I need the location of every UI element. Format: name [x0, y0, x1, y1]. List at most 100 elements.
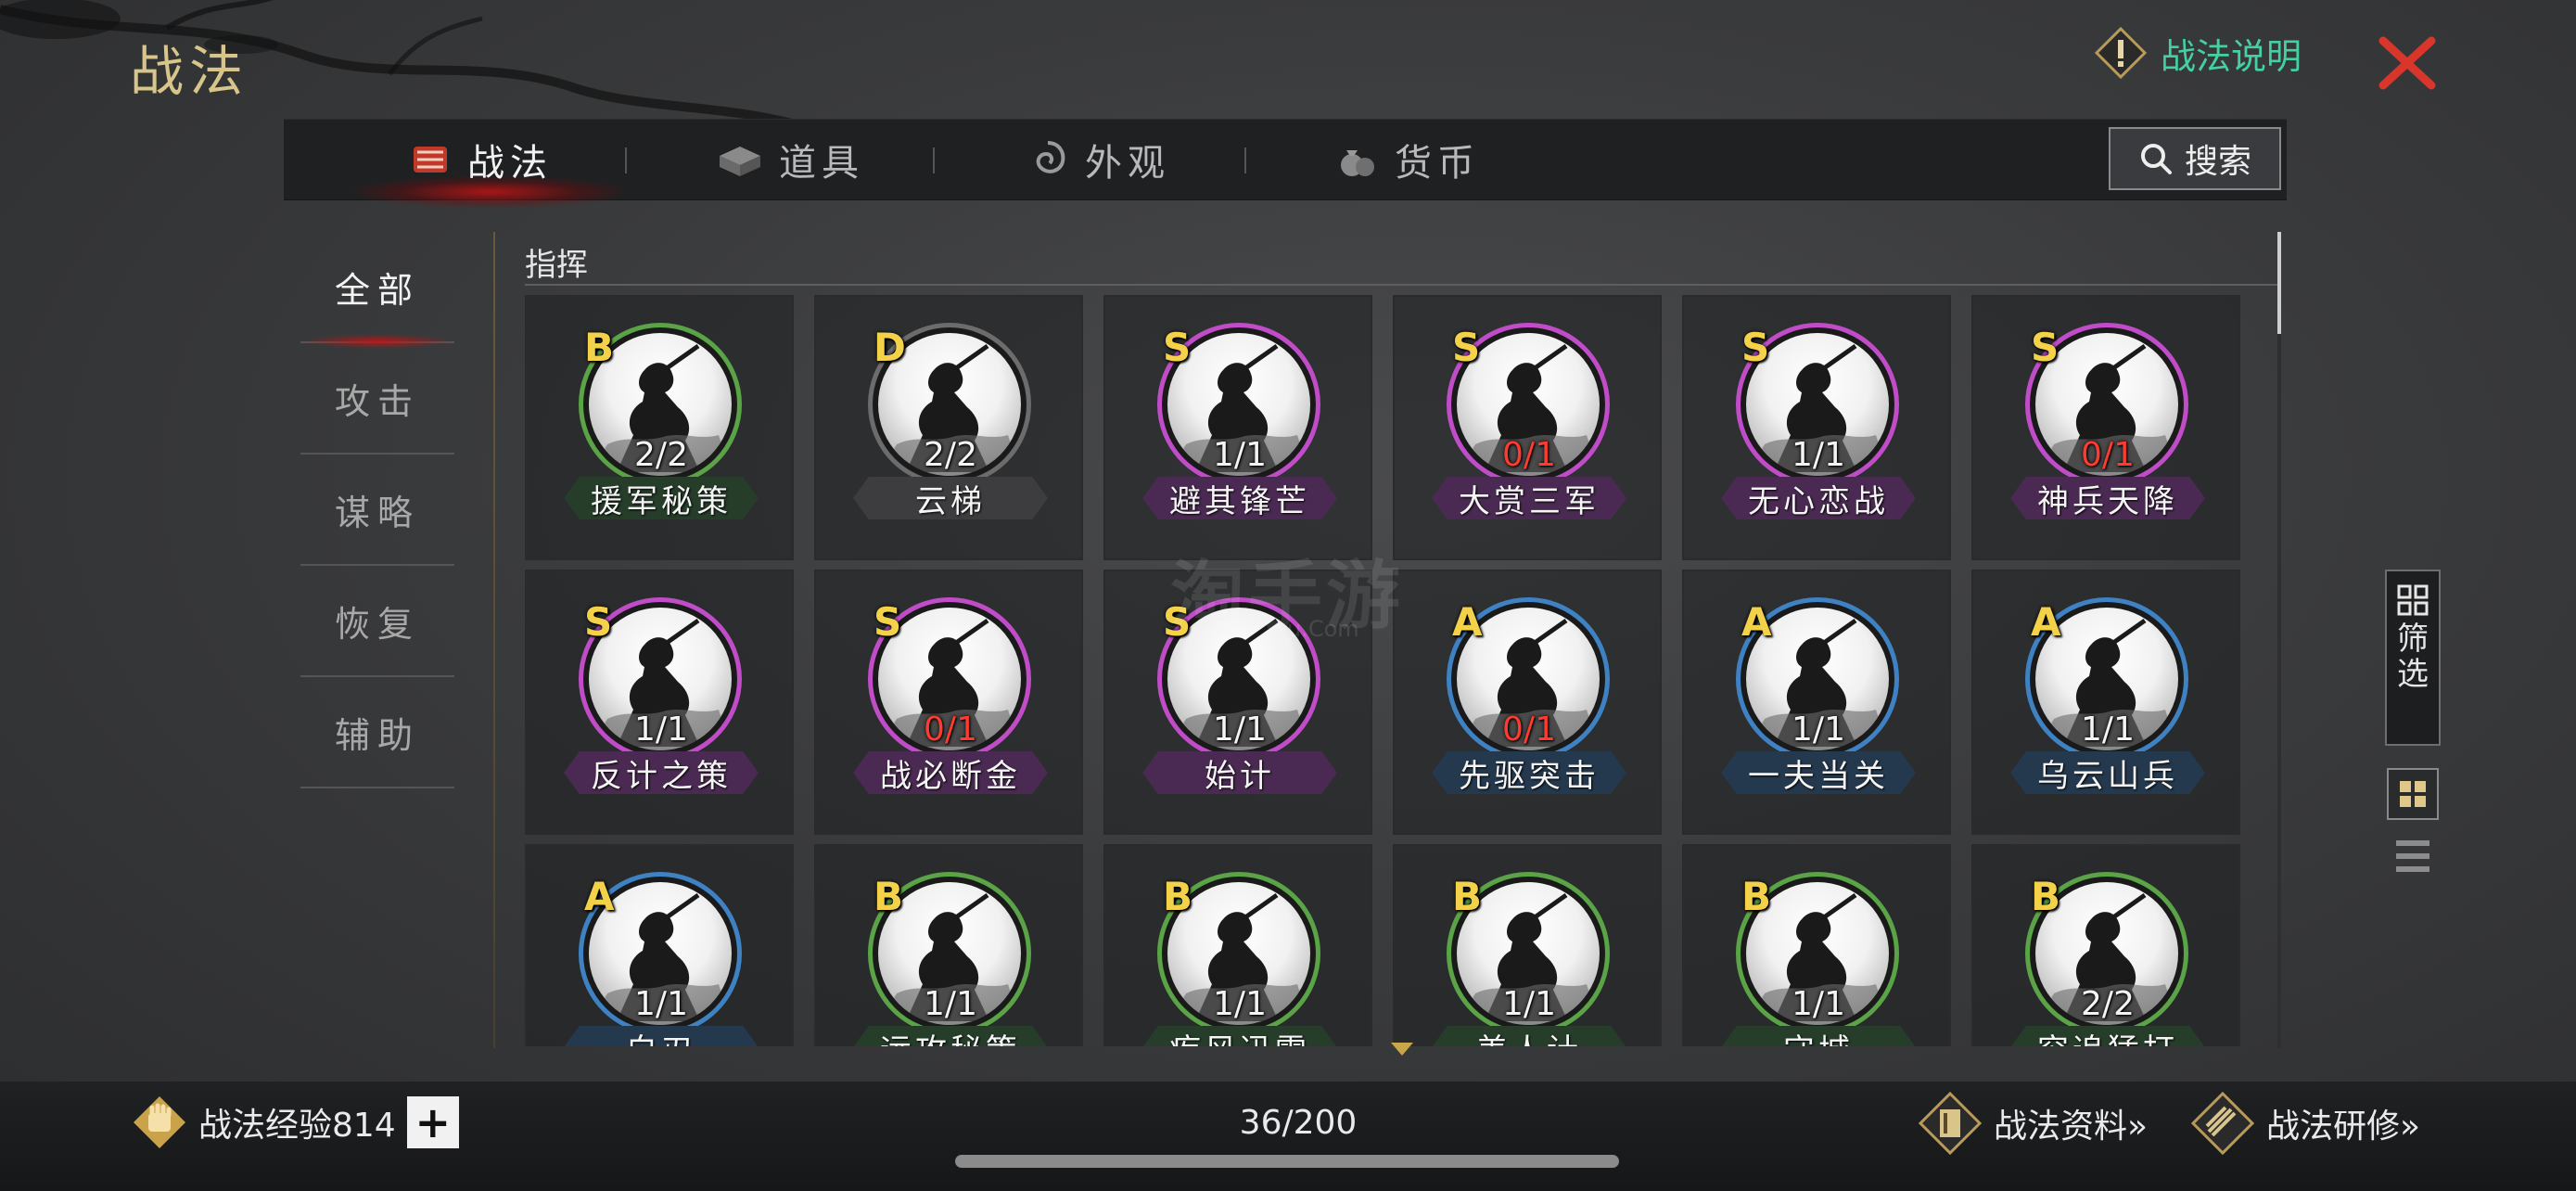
tactic-research-link[interactable]: 战法研修»: [2190, 1091, 2420, 1156]
tactic-name: 始计: [1142, 751, 1337, 794]
tactic-card[interactable]: A 0/1 先驱突击: [1393, 570, 1662, 835]
tactic-name: 美人计: [1432, 1026, 1626, 1046]
tactic-card[interactable]: B 2/2 援军秘策: [525, 295, 794, 560]
sidebar-item-label: 攻击: [334, 380, 420, 422]
tactic-card[interactable]: S 0/1 神兵天降: [1971, 295, 2240, 560]
tab-currency[interactable]: 货币: [1335, 120, 1480, 199]
tactic-count: 1/1: [1213, 711, 1267, 749]
tactic-count: 2/2: [924, 436, 977, 474]
tactic-name: 先驱突击: [1432, 751, 1626, 794]
sidebar-item-all[interactable]: 全部: [300, 232, 454, 349]
tactic-count: 1/1: [1792, 436, 1845, 474]
tactic-card[interactable]: S 0/1 战必断金: [814, 570, 1083, 835]
tactic-name: 穷追猛打: [2010, 1026, 2205, 1046]
close-button[interactable]: [2374, 30, 2441, 96]
tactic-exp: 战法经验814 +: [132, 1095, 459, 1150]
filter-button[interactable]: 筛选: [2385, 570, 2441, 746]
scrollbar-track[interactable]: [2277, 232, 2281, 1048]
tab-separator: [625, 147, 627, 173]
tactic-card[interactable]: B 1/1 美人计: [1393, 844, 1662, 1046]
sidebar-item-support[interactable]: 辅助: [300, 677, 454, 788]
tactic-card[interactable]: B 1/1 守城: [1682, 844, 1951, 1046]
tactic-count: 1/1: [634, 711, 688, 749]
sidebar-item-recovery[interactable]: 恢复: [300, 566, 454, 677]
tactic-card[interactable]: S 1/1 反计之策: [525, 570, 794, 835]
add-exp-button[interactable]: +: [406, 1096, 459, 1148]
appearance-swirl-icon: [1036, 141, 1065, 173]
search-button[interactable]: 搜索: [2109, 127, 2281, 190]
tactic-grade: A: [584, 874, 615, 919]
sidebar-item-attack[interactable]: 攻击: [300, 343, 454, 455]
tactic-count: 1/1: [1213, 985, 1267, 1023]
search-label: 搜索: [2184, 143, 2251, 181]
tactic-card[interactable]: A 1/1 一夫当关: [1682, 570, 1951, 835]
category-tab-bar: 战法 道具 外观 货币 搜索: [284, 119, 2287, 209]
tactic-name: 远攻秘策: [853, 1026, 1048, 1046]
tactic-count: 0/1: [1502, 711, 1556, 749]
scroll-diamond-icon: [2190, 1091, 2255, 1156]
tactic-name: 云梯: [853, 477, 1048, 519]
tactic-grade: S: [584, 599, 613, 645]
tab-separator: [1244, 147, 1246, 173]
tactic-name: 援军秘策: [564, 477, 759, 519]
exclamation-diamond-icon: [2094, 26, 2148, 80]
tactic-research-label: 战法研修»: [2266, 1108, 2421, 1146]
scrollbar-thumb[interactable]: [2277, 232, 2281, 334]
tactic-help-button[interactable]: 战法说明: [2094, 26, 2302, 80]
tactic-card[interactable]: S 1/1 避其锋芒: [1103, 295, 1372, 560]
filter-grid-icon: [2397, 584, 2429, 616]
tactic-info-link[interactable]: 战法资料»: [1918, 1091, 2148, 1156]
tab-separator: [933, 147, 935, 173]
sidebar-item-label: 谋略: [334, 492, 420, 533]
tactic-grade: S: [1741, 325, 1770, 370]
tactic-count: 2/2: [634, 436, 688, 474]
tab-tactics[interactable]: 战法: [408, 120, 553, 199]
tactic-capacity: 36/200: [1239, 1104, 1358, 1142]
tactic-card[interactable]: D 2/2 云梯: [814, 295, 1083, 560]
tactic-count: 0/1: [924, 711, 977, 749]
scroll-down-indicator-icon: [1391, 1043, 1413, 1056]
tactic-grade: B: [2031, 874, 2061, 919]
tab-label: 战法: [467, 142, 553, 185]
section-divider: [525, 284, 2277, 286]
tactic-grade: S: [2031, 325, 2060, 370]
tab-items[interactable]: 道具: [716, 120, 864, 199]
tactic-card[interactable]: A 1/1 白刃: [525, 844, 794, 1046]
tactic-card[interactable]: B 1/1 远攻秘策: [814, 844, 1083, 1046]
tactic-count: 0/1: [2081, 436, 2135, 474]
search-icon: [2140, 144, 2172, 174]
tactic-card[interactable]: S 1/1 无心恋战: [1682, 295, 1951, 560]
grid-view-toggle[interactable]: [2387, 768, 2439, 820]
list-view-toggle[interactable]: [2392, 835, 2433, 877]
tactic-count: 1/1: [924, 985, 977, 1023]
item-box-icon: [720, 147, 760, 176]
tactic-name: 守城: [1721, 1026, 1916, 1046]
tactic-grade: A: [1741, 599, 1772, 645]
tactic-grade: S: [874, 599, 902, 645]
tactic-grade: B: [1452, 874, 1483, 919]
tactic-card[interactable]: A 1/1 乌云山兵: [1971, 570, 2240, 835]
sidebar-item-strategy[interactable]: 谋略: [300, 455, 454, 566]
list-view-icon: [2396, 840, 2429, 872]
tactic-name: 一夫当关: [1721, 751, 1916, 794]
tactic-info-label: 战法资料»: [1994, 1108, 2149, 1146]
section-label: 指挥: [525, 247, 588, 284]
fist-badge-icon: [134, 1096, 185, 1148]
tactic-card[interactable]: B 2/2 穷追猛打: [1971, 844, 2240, 1046]
home-indicator[interactable]: [955, 1155, 1619, 1168]
tactic-card[interactable]: S 0/1 大赏三军: [1393, 295, 1662, 560]
tactic-count: 0/1: [1502, 436, 1556, 474]
tactic-grade: A: [1452, 599, 1483, 645]
tactic-count: 1/1: [1502, 985, 1556, 1023]
tactic-count: 1/1: [1792, 711, 1845, 749]
page-title: 战法: [130, 40, 249, 103]
tactic-count: 1/1: [1792, 985, 1845, 1023]
tactic-name: 乌云山兵: [2010, 751, 2205, 794]
tactic-card[interactable]: B 1/1 疾风迅雷: [1103, 844, 1372, 1046]
tab-appearance[interactable]: 外观: [1026, 120, 1170, 199]
tactic-count: 1/1: [1213, 436, 1267, 474]
tactic-grade: D: [874, 325, 906, 370]
sidebar-item-label: 恢复: [334, 603, 420, 645]
tactic-name: 反计之策: [564, 751, 759, 794]
grid-view-icon: [2400, 781, 2426, 807]
